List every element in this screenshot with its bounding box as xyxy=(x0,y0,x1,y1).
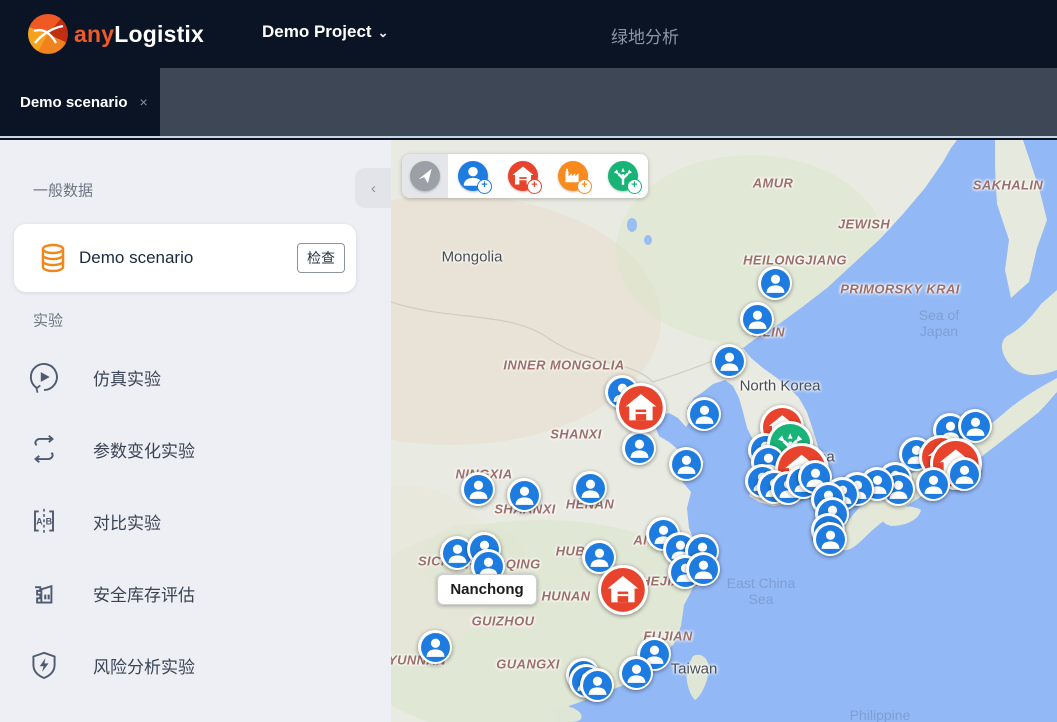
sidebar-collapse-button[interactable]: ‹ xyxy=(355,168,392,208)
svg-text:A: A xyxy=(36,517,43,527)
anylogistix-logo[interactable]: anyLogistix xyxy=(28,14,204,54)
add-badge-icon: + xyxy=(627,179,642,194)
section-general-data: 一般数据 xyxy=(33,180,93,201)
experiment-item-variation[interactable]: 参数变化实验 xyxy=(26,429,195,469)
add-customer-button[interactable]: + xyxy=(448,154,498,198)
tab-close-icon[interactable]: × xyxy=(140,94,148,110)
select-tool-icon xyxy=(410,161,440,191)
experiment-label: 风险分析实验 xyxy=(93,653,195,678)
customer-marker[interactable] xyxy=(958,409,992,443)
map-canvas[interactable]: MongoliaAMURJEWISHSAKHALINHEILONGJIANGPR… xyxy=(391,140,1057,722)
factory-tool-icon: + xyxy=(558,161,588,191)
customer-marker[interactable] xyxy=(619,656,653,690)
project-name: Demo Project xyxy=(262,22,372,41)
brand-text: anyLogistix xyxy=(74,21,204,48)
add-supplier-button[interactable]: + xyxy=(598,154,648,198)
safety-stock-icon xyxy=(26,575,62,611)
supplier-tool-icon: + xyxy=(608,161,638,191)
customer-marker[interactable] xyxy=(686,552,720,586)
experiment-item-simulation[interactable]: 仿真实验 xyxy=(26,357,161,397)
dc-tool-icon: + xyxy=(508,161,538,191)
experiment-label: 安全库存评估 xyxy=(93,581,195,606)
tab-strip: Demo scenario × xyxy=(0,68,1057,136)
customer-marker[interactable] xyxy=(740,302,774,336)
customer-marker[interactable] xyxy=(758,266,792,300)
dc-marker[interactable] xyxy=(598,565,648,615)
customer-marker[interactable] xyxy=(622,431,656,465)
experiment-label: 仿真实验 xyxy=(93,365,161,390)
customer-tool-icon: + xyxy=(458,161,488,191)
experiment-label: 对比实验 xyxy=(93,509,161,534)
app-header: anyLogistix Demo Project ⌄ 绿地分析 xyxy=(0,0,1057,68)
scenario-card[interactable]: Demo scenario 检查 xyxy=(14,224,356,292)
sidebar: 一般数据 ‹ Demo scenario 检查 实验 仿真实验 参数变化实验 AB… xyxy=(0,140,391,722)
svg-text:B: B xyxy=(46,517,53,527)
customer-marker[interactable] xyxy=(461,472,495,506)
city-tooltip: Nanchong xyxy=(437,574,537,605)
variation-icon xyxy=(26,431,62,467)
customer-marker[interactable] xyxy=(580,668,614,702)
experiment-item-safety-stock[interactable]: 安全库存评估 xyxy=(26,573,195,613)
experiment-label: 参数变化实验 xyxy=(93,437,195,462)
chevron-down-icon: ⌄ xyxy=(378,25,389,40)
simulation-icon xyxy=(26,359,62,395)
main-content: 一般数据 ‹ Demo scenario 检查 实验 仿真实验 参数变化实验 AB… xyxy=(0,136,1057,722)
customer-marker[interactable] xyxy=(916,467,950,501)
anylogistix-logo-icon xyxy=(28,14,68,54)
experiment-item-risk-analysis[interactable]: 风险分析实验 xyxy=(26,645,195,685)
add-badge-icon: + xyxy=(577,179,592,194)
comparison-icon: AB xyxy=(26,503,62,539)
check-button[interactable]: 检查 xyxy=(297,243,345,273)
add-badge-icon: + xyxy=(477,179,492,194)
section-experiments: 实验 xyxy=(33,310,63,331)
customer-marker[interactable] xyxy=(813,522,847,556)
map-toolbar: ++++ xyxy=(402,154,648,198)
tab-demo-scenario[interactable]: Demo scenario × xyxy=(0,68,160,136)
customer-marker[interactable] xyxy=(573,471,607,505)
customer-marker[interactable] xyxy=(712,344,746,378)
customer-marker[interactable] xyxy=(669,447,703,481)
brand-any: any xyxy=(74,21,114,47)
customer-marker[interactable] xyxy=(947,457,981,491)
brand-logistix: Logistix xyxy=(114,21,204,47)
add-dc-button[interactable]: + xyxy=(498,154,548,198)
add-badge-icon: + xyxy=(527,179,542,194)
experiment-item-comparison[interactable]: AB 对比实验 xyxy=(26,501,161,541)
customer-marker[interactable] xyxy=(507,478,541,512)
scenario-name: Demo scenario xyxy=(79,248,193,268)
tab-label: Demo scenario xyxy=(20,94,128,111)
page-title: 绿地分析 xyxy=(575,23,715,48)
customer-marker[interactable] xyxy=(418,630,452,664)
select-tool-button[interactable] xyxy=(402,154,448,198)
add-factory-button[interactable]: + xyxy=(548,154,598,198)
customer-marker[interactable] xyxy=(687,397,721,431)
dc-marker[interactable] xyxy=(616,383,666,433)
database-icon xyxy=(35,240,71,281)
risk-analysis-icon xyxy=(26,647,62,683)
project-selector[interactable]: Demo Project ⌄ xyxy=(262,22,389,42)
